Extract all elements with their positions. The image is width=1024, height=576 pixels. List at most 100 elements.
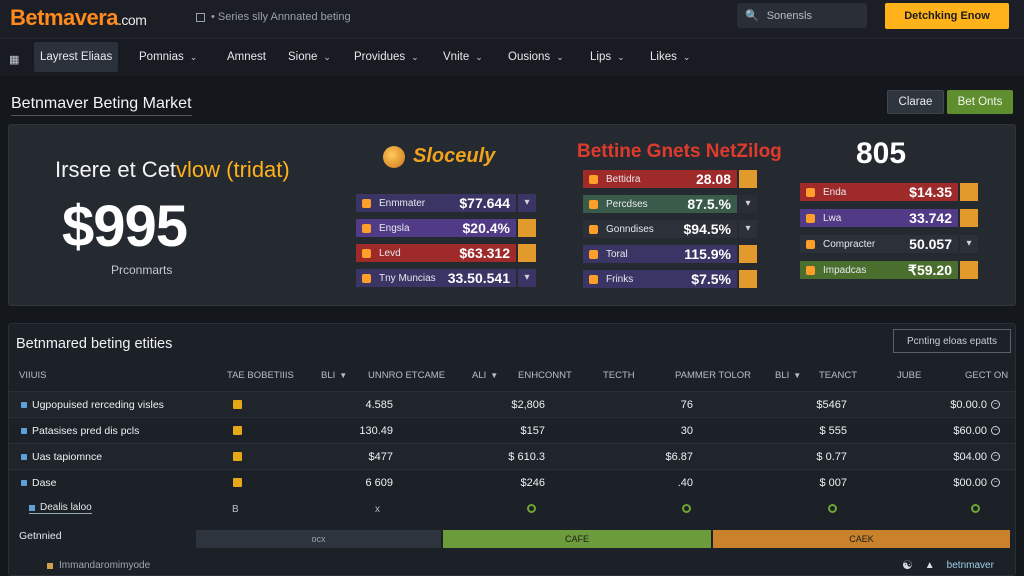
cta-button[interactable]: Detchking Enow (885, 3, 1009, 29)
segment-caek[interactable]: CAEK (713, 530, 1010, 548)
nav-label: Sione (288, 51, 318, 63)
column-header[interactable]: BLI ▼ (775, 370, 801, 381)
nav-item-2[interactable]: Amnest (221, 42, 272, 72)
odds-row[interactable]: Frinks $7.5% (583, 269, 757, 289)
grid-menu-icon[interactable]: ▦ (9, 53, 19, 66)
cell-value: $0.00.0 (950, 399, 987, 411)
odds-bar: Tny Muncias 33.50.541 (356, 269, 516, 287)
odds-row[interactable]: Compracter 50.057 ▾ (800, 234, 978, 254)
odds-tail[interactable] (518, 244, 536, 262)
odds-row[interactable]: Impadcas ₹59.20 (800, 260, 978, 280)
column-header[interactable]: JUBE (897, 370, 921, 381)
details-link[interactable]: Dealis laloo (29, 502, 92, 514)
segment-ocx[interactable]: ocx (196, 530, 441, 548)
filter-button[interactable]: Pcnting eloas epatts (893, 329, 1011, 353)
odds-bar: Enda $14.35 (800, 183, 958, 201)
odds-row[interactable]: Gonndises $94.5% ▾ (583, 219, 757, 239)
odds-tail[interactable] (739, 170, 757, 188)
table-row[interactable]: Ugpopuised rerceding visles 4.585 $2,806 76… (9, 391, 1015, 417)
chevron-down-icon: ▼ (793, 371, 802, 380)
column-header[interactable]: ENHCONNT (518, 370, 572, 381)
status-circle-icon[interactable] (971, 504, 980, 513)
nav-item-8[interactable]: Likes ⌄ (644, 42, 696, 72)
footer-brand[interactable]: betnmaver (947, 560, 994, 571)
odds-row[interactable]: Lwa 33.742 (800, 208, 978, 228)
nav-item-7[interactable]: Lips ⌄ (584, 42, 631, 72)
odds-row[interactable]: Enda $14.35 (800, 182, 978, 202)
cell-value: $60.00 (953, 425, 987, 437)
odds-row[interactable]: Levd $63.312 (356, 243, 536, 263)
status-circle-icon[interactable] (682, 504, 691, 513)
market-icon (806, 213, 815, 223)
nav-item-6[interactable]: Ousions ⌄ (502, 42, 570, 72)
odds-tail[interactable] (739, 270, 757, 288)
odds-label: Tny Muncias (379, 272, 436, 284)
column-header[interactable]: VIIUIS (19, 370, 46, 381)
status-circle-icon[interactable] (828, 504, 837, 513)
bullet-icon (21, 428, 27, 434)
bullet-icon (21, 480, 27, 486)
odds-tail[interactable] (960, 209, 978, 227)
odds-tail[interactable] (960, 183, 978, 201)
flag-icon (233, 400, 242, 409)
nav-item-4[interactable]: Providues ⌄ (348, 42, 425, 72)
segment-cafe[interactable]: CAFE (443, 530, 711, 548)
chevron-down-icon[interactable]: ▾ (739, 195, 757, 213)
nav-item-1[interactable]: Pomnias ⌄ (133, 42, 203, 72)
nav-item-5[interactable]: Vnite ⌄ (437, 42, 489, 72)
odds-row[interactable]: Tny Muncias 33.50.541 ▾ (356, 268, 536, 288)
chevron-down-icon: ▼ (490, 371, 499, 380)
details-link-text: Dealis laloo (40, 502, 92, 513)
hero-amount-caption: Prconmarts (111, 263, 173, 277)
chevron-down-icon[interactable]: ▾ (518, 194, 536, 212)
nav-item-0[interactable]: Layrest Eliaas (34, 42, 119, 72)
column-header[interactable]: GECT ON (965, 370, 1008, 381)
odds-row[interactable]: Engsla $20.4% (356, 218, 536, 238)
detail-x: x (375, 504, 380, 515)
logo-domain: .com (118, 12, 147, 28)
brand-badge: Sloceuly (383, 145, 495, 168)
remove-icon[interactable]: − (991, 400, 1000, 409)
search-input[interactable] (766, 9, 857, 22)
users-icon[interactable]: ☯ (902, 558, 913, 572)
market-icon (589, 224, 598, 234)
odds-row[interactable]: Percdses 87.5.% ▾ (583, 194, 757, 214)
entity-name-text: Patasises pred dis pcls (32, 425, 140, 437)
odds-tail[interactable] (960, 261, 978, 279)
column-header[interactable]: PAMMER TOLOR (675, 370, 751, 381)
column-header[interactable]: TECTH (603, 370, 635, 381)
status-circle-icon[interactable] (527, 504, 536, 513)
column-header[interactable]: BLI ▼ (321, 370, 347, 381)
entities-title: Betnmared beting etities (16, 336, 173, 352)
odds-tail[interactable] (518, 219, 536, 237)
table-row[interactable]: Patasises pred dis pcls 130.49 $157 30 $ 555… (9, 417, 1015, 443)
chevron-down-icon: ⌄ (189, 51, 198, 62)
odds-bar: Levd $63.312 (356, 244, 516, 262)
search-box[interactable]: 🔍 (737, 3, 867, 28)
bet-button[interactable]: Bet Onts (947, 90, 1013, 114)
column-header[interactable]: UNNRO ETCAME (368, 370, 445, 381)
column-header[interactable]: TEANCT (819, 370, 857, 381)
clear-button[interactable]: Clarae (887, 90, 944, 114)
logo[interactable]: Betmavera.com (10, 5, 147, 31)
chevron-down-icon: ⌄ (323, 51, 331, 62)
table-row[interactable]: Dase 6 609 $246 .40 $ 007 $00.00− (9, 469, 1015, 495)
table-row[interactable]: Uas tapiomnce $477 $ 610.3 $6.87 $ 0.77 $04.0… (9, 443, 1015, 469)
chevron-down-icon[interactable]: ▾ (960, 235, 978, 253)
remove-icon[interactable]: − (991, 478, 1000, 487)
chevron-down-icon[interactable]: ▾ (518, 269, 536, 287)
market-icon (589, 274, 598, 284)
remove-icon[interactable]: − (991, 426, 1000, 435)
chevron-down-icon[interactable]: ▾ (739, 220, 757, 238)
odds-tail[interactable] (739, 245, 757, 263)
odds-label: Percdses (606, 198, 648, 210)
odds-row[interactable]: Enmmater $77.644 ▾ (356, 193, 536, 213)
market-icon (589, 199, 598, 209)
column-header[interactable]: ALI ▼ (472, 370, 498, 381)
column-header[interactable]: TAE BOBETIIIS (227, 370, 294, 381)
remove-icon[interactable]: − (991, 452, 1000, 461)
odds-row[interactable]: Bettidra 28.08 (583, 169, 757, 189)
chevron-down-icon: ⌄ (556, 51, 564, 62)
odds-row[interactable]: Toral 115.9% (583, 244, 757, 264)
nav-item-3[interactable]: Sione ⌄ (282, 42, 337, 72)
